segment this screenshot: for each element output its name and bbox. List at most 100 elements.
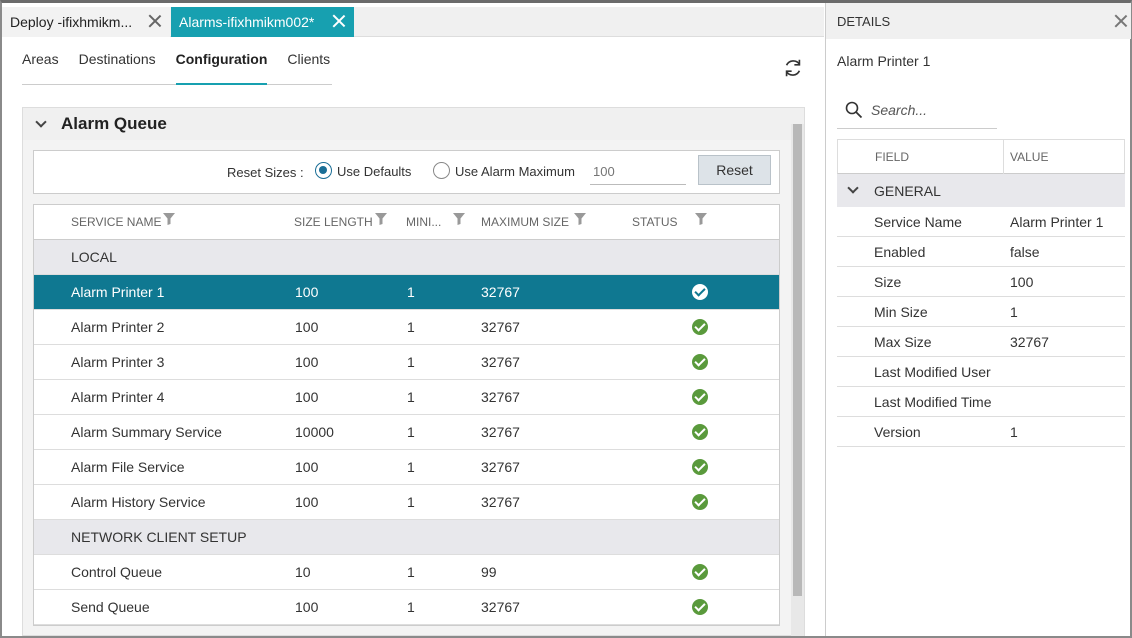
subtab-configuration[interactable]: Configuration [175, 47, 268, 85]
filter-icon[interactable] [694, 212, 708, 226]
field-value: false [1010, 244, 1040, 260]
search-input[interactable] [871, 99, 991, 121]
size-length-cell: 100 [295, 459, 319, 475]
field-label: Size [874, 274, 902, 290]
subtab-destinations[interactable]: Destinations [79, 47, 156, 85]
subtab-areas[interactable]: Areas [22, 47, 59, 85]
details-item-name: Alarm Printer 1 [837, 53, 931, 69]
table-row[interactable]: Control Queue 10 1 99 [34, 555, 779, 590]
use-defaults-label[interactable]: Use Defaults [337, 164, 411, 179]
size-length-cell: 100 [295, 284, 319, 300]
close-icon[interactable] [1114, 14, 1128, 28]
use-alarm-maximum-label[interactable]: Use Alarm Maximum [455, 164, 575, 179]
min-size-cell: 1 [407, 284, 415, 300]
subtab-clients[interactable]: Clients [287, 47, 330, 85]
status-ok-icon [692, 319, 708, 335]
scrollbar-thumb[interactable] [793, 124, 802, 596]
details-row: Service Name Alarm Printer 1 [837, 207, 1125, 237]
table-row[interactable]: Send Queue 100 1 32767 [34, 590, 779, 625]
table-row[interactable]: Alarm Summary Service 10000 1 32767 [34, 415, 779, 450]
filter-icon[interactable] [374, 212, 388, 226]
chevron-down-icon[interactable] [35, 116, 47, 128]
table-row[interactable]: Alarm Printer 1 100 1 32767 [34, 275, 779, 310]
size-length-cell: 100 [295, 494, 319, 510]
alarm-queue-header[interactable]: Alarm Queue [23, 108, 804, 140]
tab-deploy[interactable]: Deploy -ifixhmikm... [2, 7, 170, 37]
details-row: Last Modified User [837, 357, 1125, 387]
min-size-cell: 1 [407, 599, 415, 615]
field-value: 32767 [1010, 334, 1049, 350]
size-length-cell: 10 [295, 564, 311, 580]
column-divider [1003, 140, 1004, 174]
alarm-queue-panel: Alarm Queue Reset Sizes : Use Defaults U… [22, 107, 805, 636]
status-ok-icon [692, 284, 708, 300]
field-value: Alarm Printer 1 [1010, 214, 1104, 230]
details-search [837, 91, 997, 129]
table-row[interactable]: Alarm Printer 3 100 1 32767 [34, 345, 779, 380]
table-header: SERVICE NAME SIZE LENGTH MINI... MAXIMUM… [34, 205, 779, 240]
table-row[interactable]: Alarm File Service 100 1 32767 [34, 450, 779, 485]
column-service-name[interactable]: SERVICE NAME [71, 215, 161, 229]
min-size-cell: 1 [407, 389, 415, 405]
column-size-length[interactable]: SIZE LENGTH [294, 215, 373, 229]
table-group-row[interactable]: NETWORK CLIENT SETUP [34, 520, 779, 555]
status-ok-icon [692, 459, 708, 475]
max-size-cell: 32767 [481, 319, 520, 335]
filter-icon[interactable] [573, 212, 587, 226]
status-ok-icon [692, 389, 708, 405]
max-size-cell: 32767 [481, 459, 520, 475]
service-name-cell: Alarm Summary Service [71, 424, 222, 440]
table-row[interactable]: Alarm Printer 2 100 1 32767 [34, 310, 779, 345]
field-label: Last Modified Time [874, 394, 992, 410]
field-value: 100 [1010, 274, 1034, 290]
column-value: VALUE [1010, 150, 1049, 164]
field-label: Max Size [874, 334, 932, 350]
details-group-general[interactable]: GENERAL [837, 174, 1125, 207]
column-maximum-size[interactable]: MAXIMUM SIZE [481, 215, 569, 229]
size-input[interactable] [590, 159, 686, 185]
details-row: Enabled false [837, 237, 1125, 267]
status-ok-icon [692, 564, 708, 580]
min-size-cell: 1 [407, 319, 415, 335]
status-ok-icon [692, 424, 708, 440]
document-tab-bar: Deploy -ifixhmikm... Alarms-ifixhmikm002… [2, 7, 824, 37]
chevron-down-icon[interactable] [847, 182, 859, 194]
min-size-cell: 1 [407, 354, 415, 370]
use-alarm-maximum-radio[interactable] [433, 162, 450, 179]
tab-label: Alarms-ifixhmikm002* [179, 14, 315, 30]
reset-sizes-bar: Reset Sizes : Use Defaults Use Alarm Max… [33, 150, 780, 194]
service-name-cell: Alarm Printer 4 [71, 389, 165, 405]
filter-icon[interactable] [162, 212, 176, 226]
min-size-cell: 1 [407, 494, 415, 510]
refresh-icon[interactable] [782, 57, 804, 79]
details-rows: Service Name Alarm Printer 1 Enabled false S… [837, 207, 1125, 447]
max-size-cell: 32767 [481, 354, 520, 370]
search-icon [845, 101, 863, 119]
size-length-cell: 100 [295, 389, 319, 405]
field-value: 1 [1010, 424, 1018, 440]
close-icon[interactable] [332, 14, 346, 28]
column-minimum-size[interactable]: MINI... [406, 215, 441, 229]
use-defaults-radio[interactable] [315, 162, 332, 179]
group-label: NETWORK CLIENT SETUP [71, 529, 247, 545]
column-status[interactable]: STATUS [632, 215, 678, 229]
close-icon[interactable] [148, 14, 162, 28]
service-name-cell: Alarm Printer 3 [71, 354, 165, 370]
service-name-cell: Alarm History Service [71, 494, 206, 510]
tab-label: Deploy -ifixhmikm... [10, 14, 133, 30]
tab-alarms[interactable]: Alarms-ifixhmikm002* [171, 7, 354, 37]
field-label: Enabled [874, 244, 926, 260]
sub-tab-bar: Areas Destinations Configuration Clients [22, 47, 332, 85]
details-title: DETAILS [837, 14, 891, 29]
details-table: FIELD VALUE GENERAL Service Name Alarm Pr… [837, 139, 1125, 447]
size-length-cell: 10000 [295, 424, 334, 440]
table-row[interactable]: Alarm History Service 100 1 32767 [34, 485, 779, 520]
main-pane: Deploy -ifixhmikm... Alarms-ifixhmikm002… [2, 3, 824, 636]
table-group-row[interactable]: LOCAL [34, 240, 779, 275]
reset-button[interactable]: Reset [698, 155, 771, 185]
status-ok-icon [692, 494, 708, 510]
max-size-cell: 32767 [481, 494, 520, 510]
vertical-scrollbar[interactable] [791, 124, 804, 636]
table-row[interactable]: Alarm Printer 4 100 1 32767 [34, 380, 779, 415]
filter-icon[interactable] [452, 212, 466, 226]
